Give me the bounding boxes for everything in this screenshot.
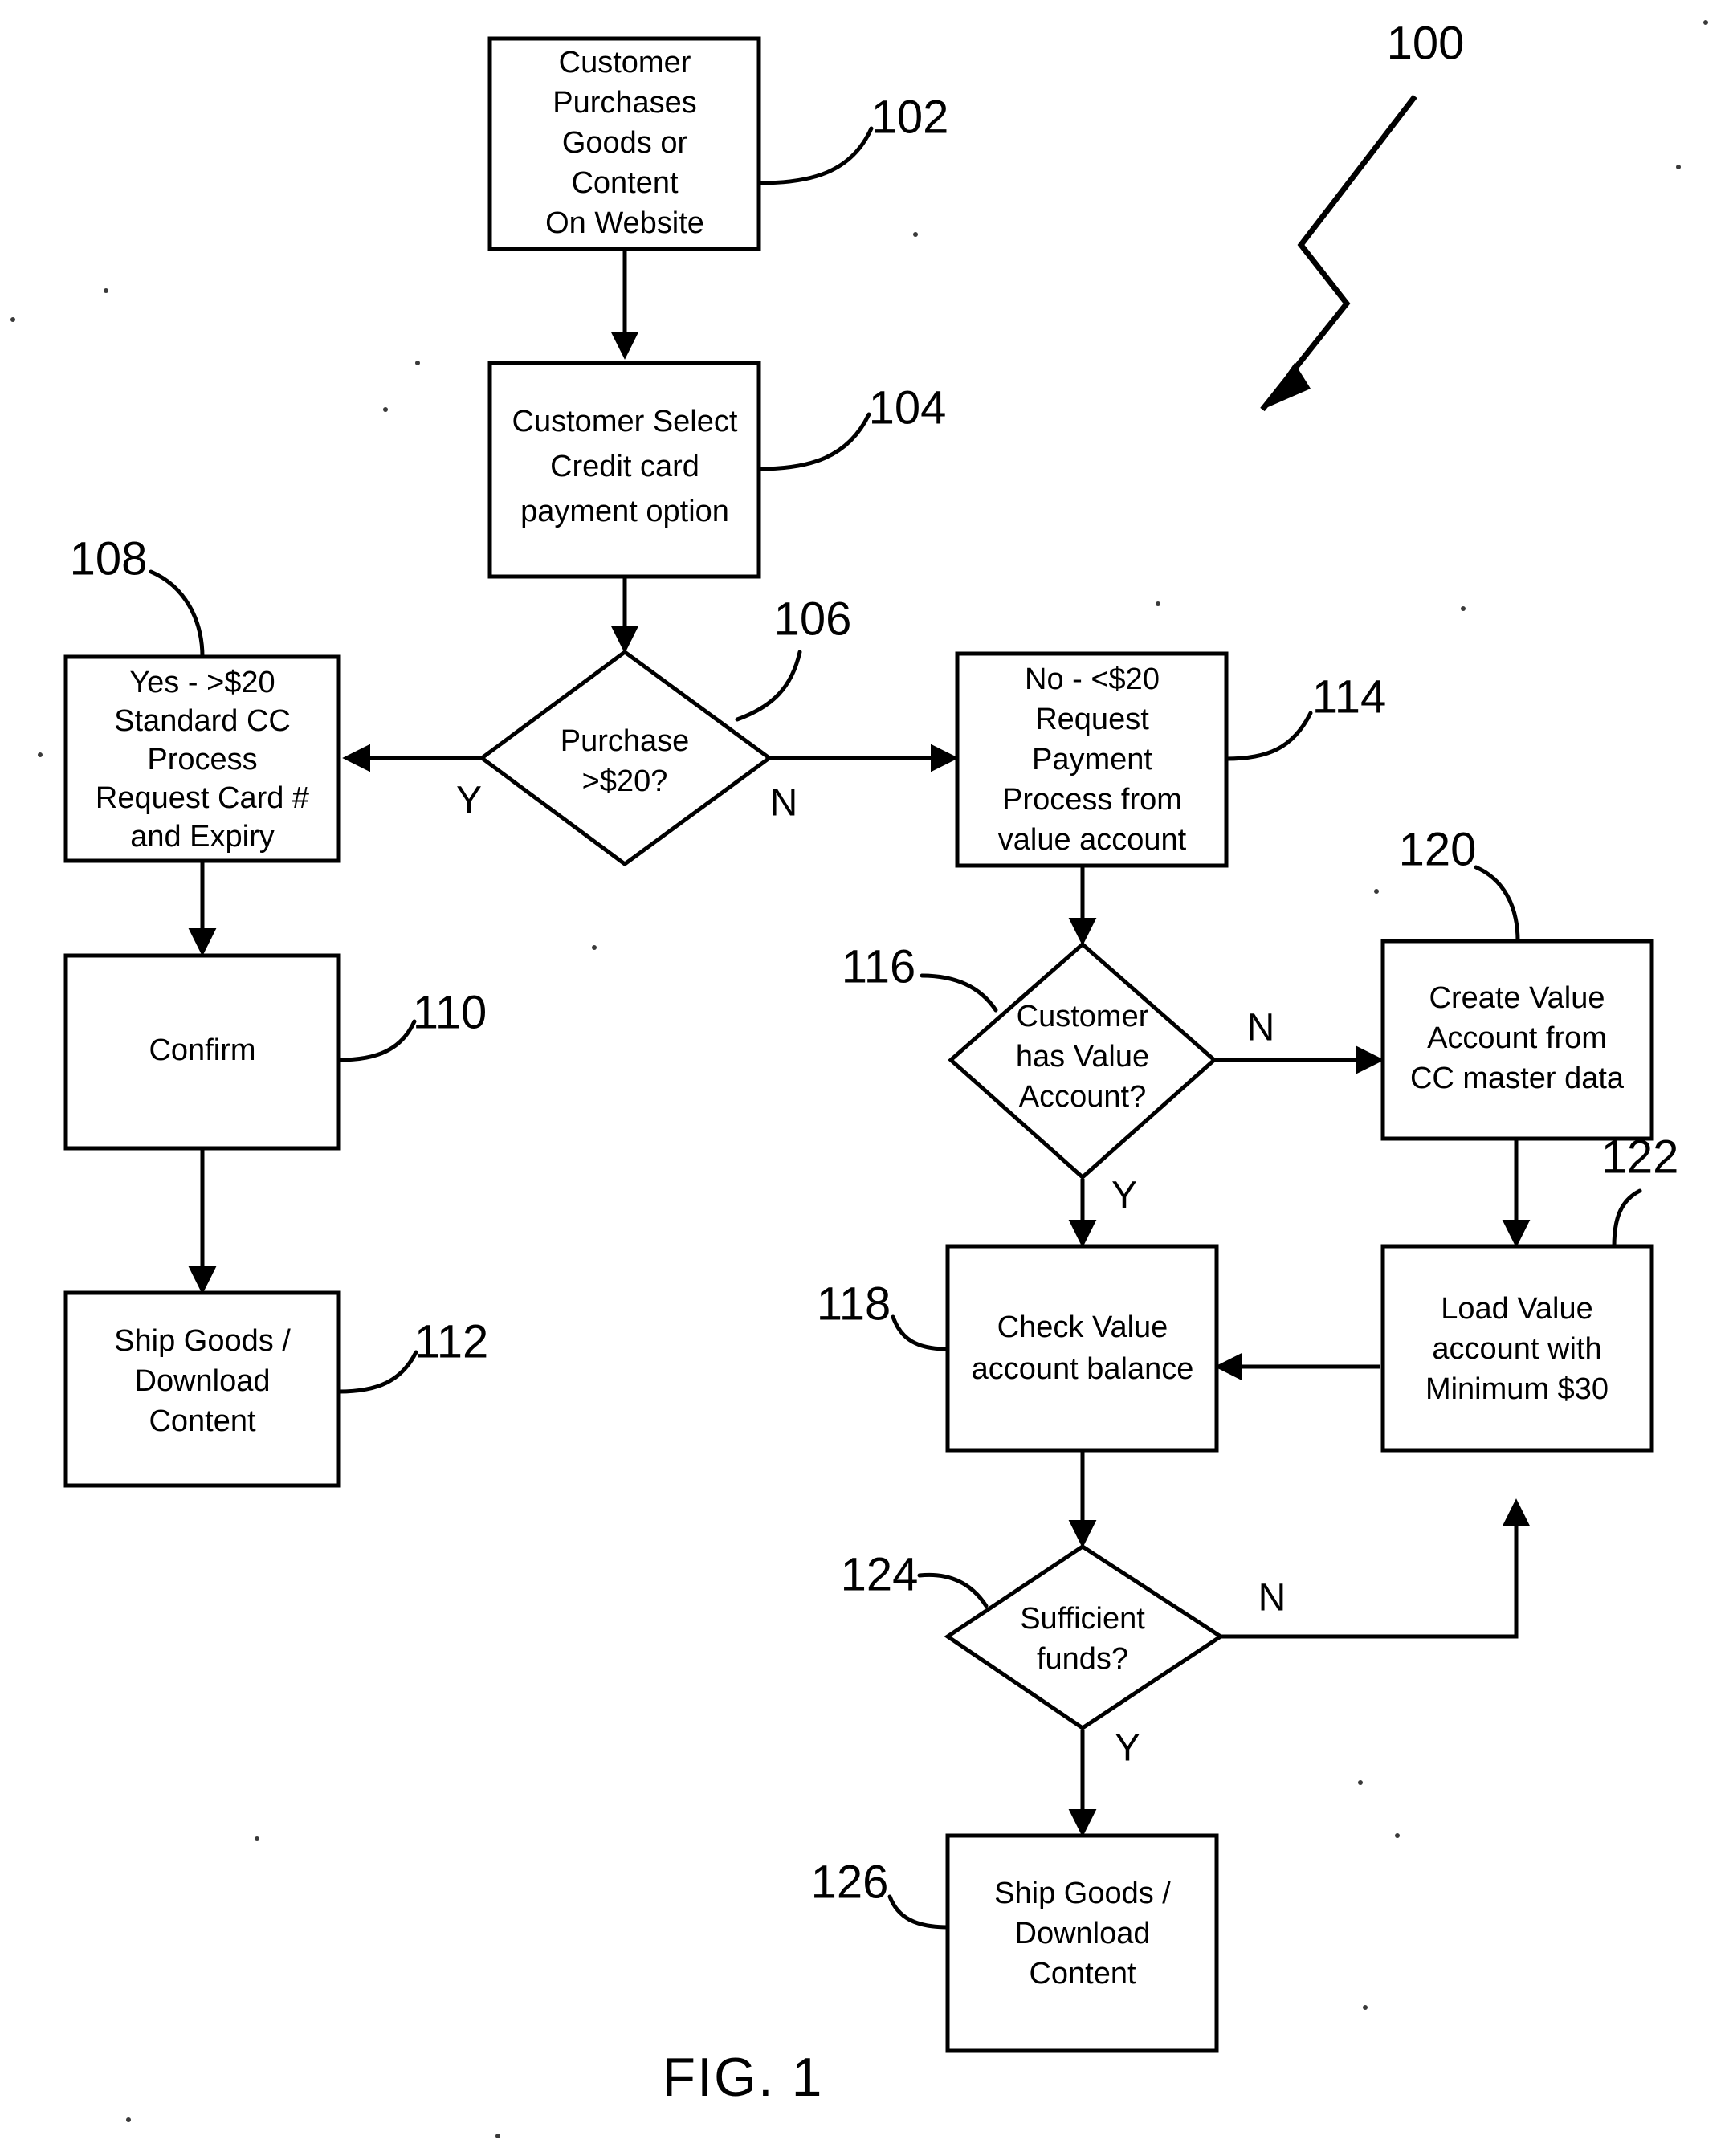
node-104-line-1: Customer Select: [512, 405, 738, 438]
node-sufficient-funds-decision[interactable]: Sufficient funds?: [944, 1544, 1225, 1731]
node-108-line-3: Process: [147, 743, 257, 776]
node-122-line-3: Minimum $30: [1425, 1372, 1609, 1406]
leader-110: [336, 1019, 417, 1062]
ref-number-126: 126: [811, 1856, 889, 1908]
ref-number-110: 110: [413, 986, 487, 1038]
node-124-line-2: funds?: [1037, 1642, 1128, 1676]
leader-114: [1224, 711, 1313, 761]
node-112-line-3: Content: [149, 1404, 256, 1438]
node-126-line-1: Ship Goods /: [994, 1877, 1171, 1910]
leader-108: [149, 569, 205, 659]
ref-number-108: 108: [70, 532, 148, 585]
node-114-line-5: value account: [998, 823, 1187, 857]
node-126-line-2: Download: [1015, 1917, 1151, 1950]
ref-number-118: 118: [817, 1278, 891, 1330]
leader-126: [887, 1894, 950, 1930]
leader-102: [756, 126, 874, 185]
node-124-diamond[interactable]: [944, 1544, 1225, 1731]
node-load-value-account[interactable]: Load Value account with Minimum $30: [1380, 1244, 1654, 1453]
node-116-line-2: has Value: [1016, 1040, 1149, 1074]
node-112-line-2: Download: [135, 1364, 271, 1398]
branch-label-purchase-no: N: [770, 782, 798, 825]
node-customer-purchases-goods[interactable]: Customer Purchases Goods or Content On W…: [487, 36, 761, 251]
branch-label-has-value-account-yes: Y: [1111, 1175, 1137, 1217]
node-102-line-4: Content: [571, 166, 679, 200]
node-standard-cc-process[interactable]: Yes - >$20 Standard CC Process Request C…: [63, 654, 341, 863]
ref-number-106: 106: [774, 593, 852, 645]
node-customer-select-credit-card[interactable]: Customer Select Credit card payment opti…: [487, 361, 761, 579]
node-102-line-2: Purchases: [553, 86, 697, 120]
node-108-line-1: Yes - >$20: [129, 666, 275, 699]
node-126-line-3: Content: [1029, 1957, 1136, 1991]
node-create-value-account[interactable]: Create Value Account from CC master data: [1380, 939, 1654, 1141]
node-122-line-1: Load Value: [1441, 1292, 1592, 1326]
flowchart-canvas: Customer Purchases Goods or Content On W…: [10, 17, 1708, 2138]
node-request-payment-from-value-account[interactable]: No - <$20 Request Payment Process from v…: [955, 651, 1229, 868]
leader-120: [1474, 865, 1520, 944]
node-102-line-1: Customer: [559, 46, 691, 79]
node-114-line-3: Payment: [1032, 743, 1152, 776]
node-108-line-5: and Expiry: [130, 820, 275, 854]
node-118-box[interactable]: [945, 1244, 1219, 1453]
node-120-line-3: CC master data: [1410, 1062, 1625, 1095]
ref-number-104: 104: [869, 381, 947, 434]
branch-label-sufficient-funds-no: N: [1258, 1577, 1286, 1620]
ref-number-116: 116: [842, 940, 915, 992]
leader-116: [920, 973, 998, 1013]
node-purchase-over-20-decision[interactable]: Purchase >$20?: [478, 649, 773, 867]
node-106-line-1: Purchase: [561, 724, 690, 758]
leader-112: [336, 1350, 418, 1394]
node-106-line-2: >$20?: [582, 764, 668, 798]
node-120-line-2: Account from: [1427, 1021, 1607, 1055]
node-customer-has-value-account-decision[interactable]: Customer has Value Account?: [948, 941, 1217, 1180]
ref-number-122: 122: [1601, 1131, 1679, 1183]
ref-number-120: 120: [1399, 823, 1477, 875]
node-122-line-2: account with: [1432, 1332, 1601, 1366]
node-108-line-2: Standard CC: [114, 704, 291, 738]
node-102-line-5: On Website: [545, 206, 704, 240]
leader-100-arrowhead: [1262, 363, 1311, 410]
leader-122: [1612, 1188, 1642, 1249]
node-check-value-account-balance[interactable]: Check Value account balance: [945, 1244, 1219, 1453]
node-114-line-4: Process from: [1002, 783, 1182, 817]
ref-number-124: 124: [841, 1548, 919, 1600]
node-104-line-3: payment option: [520, 495, 729, 528]
leader-118: [891, 1314, 950, 1351]
node-118-line-2: account balance: [972, 1352, 1194, 1386]
leader-124: [917, 1572, 989, 1608]
node-118-line-1: Check Value: [997, 1310, 1168, 1344]
leader-104: [756, 412, 871, 471]
branch-label-has-value-account-no: N: [1247, 1007, 1275, 1049]
patent-figure: Customer Purchases Goods or Content On W…: [0, 0, 1733, 2156]
node-112-line-1: Ship Goods /: [114, 1324, 291, 1358]
ref-number-100: 100: [1387, 17, 1465, 69]
leader-106: [735, 650, 802, 722]
node-ship-goods-download-content-cc[interactable]: Ship Goods / Download Content: [63, 1290, 341, 1488]
node-114-line-2: Request: [1035, 703, 1149, 736]
node-120-line-1: Create Value: [1429, 981, 1605, 1015]
figure-caption: FIG. 1: [663, 2047, 824, 2108]
node-114-line-1: No - <$20: [1025, 662, 1160, 696]
node-116-line-3: Account?: [1019, 1080, 1146, 1114]
node-116-line-1: Customer: [1017, 1000, 1149, 1033]
ref-number-112: 112: [414, 1315, 488, 1367]
leader-100-zigzag: [1260, 94, 1417, 412]
node-124-line-1: Sufficient: [1020, 1602, 1145, 1636]
node-confirm[interactable]: Confirm: [63, 953, 341, 1151]
node-108-line-4: Request Card #: [96, 781, 309, 815]
node-110-line-1: Confirm: [149, 1033, 255, 1067]
branch-label-purchase-yes: Y: [456, 780, 482, 822]
branch-label-sufficient-funds-yes: Y: [1115, 1727, 1140, 1770]
ref-number-102: 102: [871, 91, 949, 143]
node-102-line-3: Goods or: [562, 126, 688, 160]
node-ship-goods-download-content-value[interactable]: Ship Goods / Download Content: [945, 1833, 1219, 2053]
node-104-line-2: Credit card: [550, 450, 699, 483]
ref-number-114: 114: [1312, 670, 1386, 723]
